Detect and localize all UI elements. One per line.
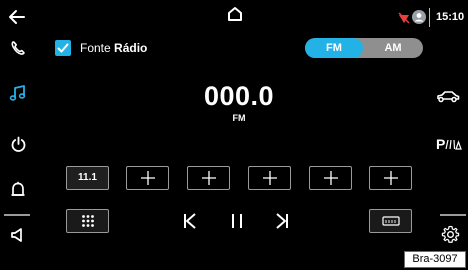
source-label: Fonte Rádio xyxy=(80,40,147,56)
preset-button-5[interactable] xyxy=(309,166,352,190)
station-list-button[interactable] xyxy=(369,209,412,233)
skip-next-icon[interactable] xyxy=(275,212,289,230)
check-icon xyxy=(57,43,69,53)
plus-icon xyxy=(140,171,155,185)
plus-icon xyxy=(383,171,398,185)
park-assist-icon[interactable]: P xyxy=(436,136,462,152)
preset-button-6[interactable] xyxy=(369,166,412,190)
profile-icon[interactable] xyxy=(411,9,427,25)
preset-button-4[interactable] xyxy=(248,166,291,190)
topbar-divider xyxy=(429,8,430,27)
svg-text:P: P xyxy=(436,136,445,152)
band-option-fm[interactable]: FM xyxy=(305,38,363,58)
preset-button-1[interactable]: 11.1 xyxy=(66,166,109,190)
gear-icon[interactable] xyxy=(441,225,460,244)
frequency-unit: FM xyxy=(232,113,246,123)
plus-icon xyxy=(262,171,277,185)
arrow-left-icon[interactable] xyxy=(8,9,26,25)
phone-icon[interactable] xyxy=(10,40,26,56)
band-option-am[interactable]: AM xyxy=(363,38,423,58)
band-toggle[interactable]: FM AM xyxy=(305,38,423,58)
keypad-grid-icon xyxy=(82,215,94,227)
source-value: Rádio xyxy=(114,41,148,55)
infotainment-screen: 15:10 P Fonte Rádio FM AM 000.0 FM 11.1 xyxy=(0,0,468,270)
figure-reference: Bra-3097 xyxy=(404,251,466,268)
house-icon[interactable] xyxy=(227,6,243,22)
plus-icon xyxy=(323,171,338,185)
preset-label: 11.1 xyxy=(78,172,97,183)
music-note-icon[interactable] xyxy=(9,84,27,102)
power-icon[interactable] xyxy=(10,136,27,153)
plus-icon xyxy=(201,171,216,185)
clock: 15:10 xyxy=(436,11,465,23)
bell-icon[interactable] xyxy=(10,181,26,199)
radio-list-icon xyxy=(382,216,400,226)
preset-button-3[interactable] xyxy=(187,166,230,190)
sidebar-separator xyxy=(440,214,466,216)
source-prefix: Fonte xyxy=(80,41,111,55)
keypad-button[interactable] xyxy=(66,209,109,233)
sidebar-separator xyxy=(4,214,30,216)
mute-indicator-icon xyxy=(398,12,410,24)
preset-button-2[interactable] xyxy=(126,166,169,190)
car-icon[interactable] xyxy=(436,89,460,103)
speaker-icon[interactable] xyxy=(10,227,26,243)
skip-previous-icon[interactable] xyxy=(183,212,197,230)
pause-icon[interactable] xyxy=(230,212,244,230)
frequency-display: 000.0 xyxy=(203,81,275,111)
source-checkbox[interactable] xyxy=(55,40,71,56)
